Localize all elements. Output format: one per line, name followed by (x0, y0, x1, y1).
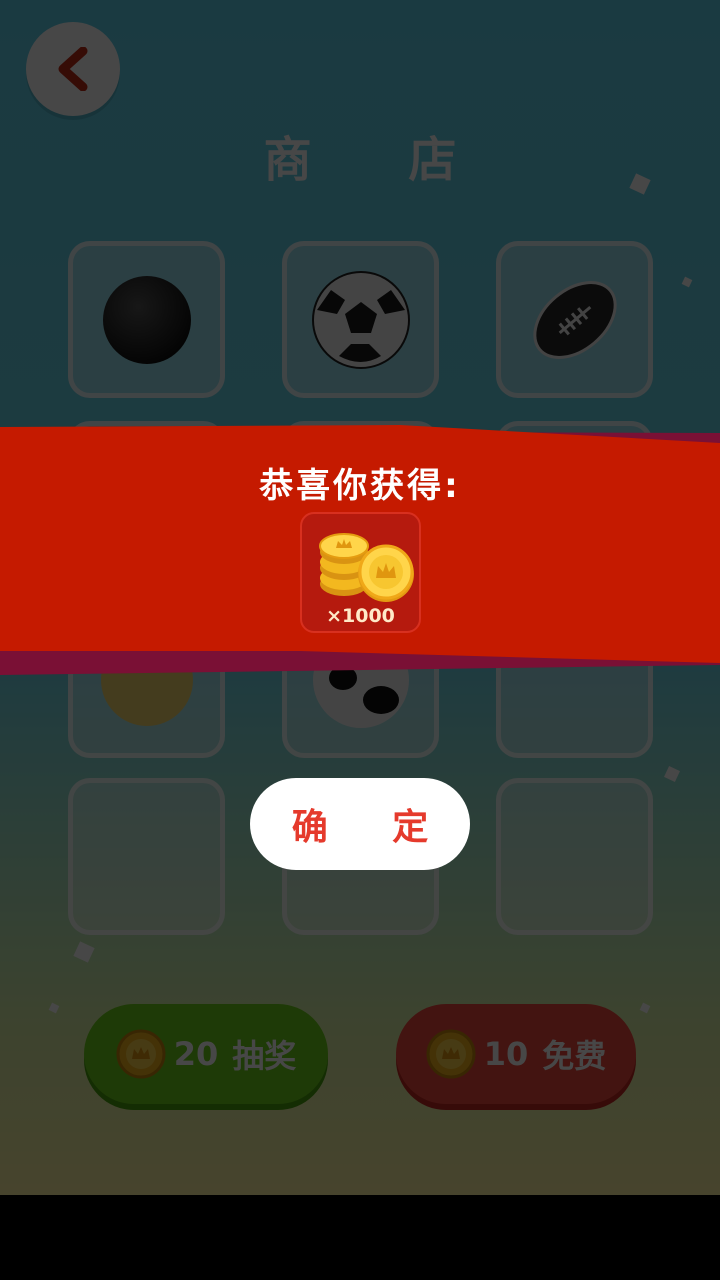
reward-title: 恭喜你获得: (259, 466, 461, 506)
gold-coins-icon (319, 533, 414, 602)
confirm-button[interactable]: 确 定 (250, 778, 470, 870)
reward-quantity: ×1000 (326, 605, 395, 627)
system-bottom-bar (0, 1195, 720, 1280)
reward-card: ×1000 (300, 512, 421, 633)
